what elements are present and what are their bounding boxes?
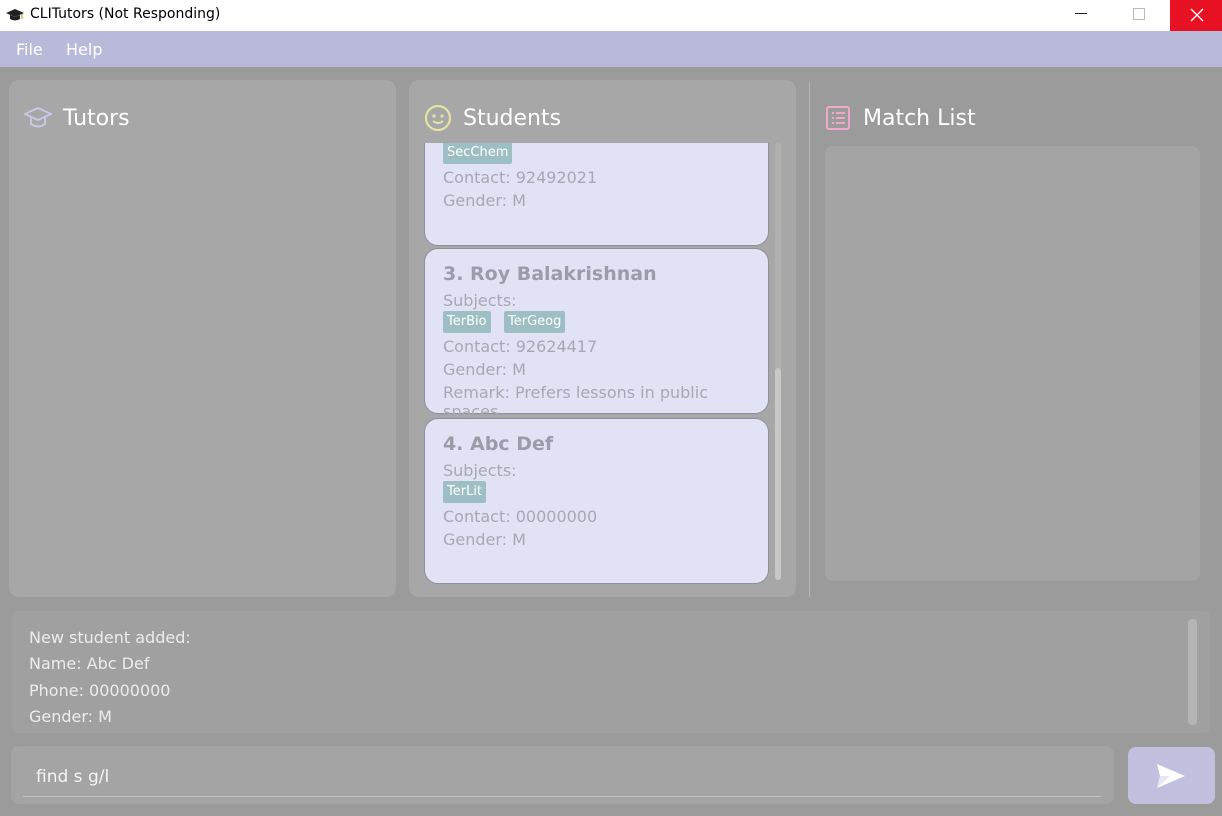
window-title: CLITutors (Not Responding) bbox=[30, 6, 221, 22]
student-remark: Remark: Prefers lessons in public spaces bbox=[443, 383, 708, 421]
result-line: Phone: 00000000 bbox=[29, 681, 171, 700]
smiley-face-icon bbox=[424, 104, 452, 132]
panel-divider bbox=[809, 82, 810, 597]
student-contact: Contact: 92624417 bbox=[443, 337, 598, 356]
student-card[interactable]: 3. Roy Balakrishnan Subjects: TerBio Ter… bbox=[424, 248, 769, 421]
result-line: Gender: M bbox=[29, 707, 112, 726]
send-button[interactable] bbox=[1128, 747, 1215, 804]
student-list[interactable]: SecChem Contact: 92492021 Gender: M 3. R… bbox=[424, 143, 770, 585]
send-icon bbox=[1157, 764, 1185, 788]
subject-tag: TerGeog bbox=[504, 311, 566, 333]
menu-bar: File Help bbox=[0, 31, 1222, 67]
close-button[interactable] bbox=[1170, 0, 1222, 31]
student-card[interactable]: SecChem Contact: 92492021 Gender: M bbox=[424, 143, 769, 246]
graduation-cap-icon bbox=[6, 9, 24, 21]
result-line: New student added: bbox=[29, 628, 191, 647]
tutors-panel bbox=[9, 80, 396, 597]
minimize-button[interactable] bbox=[1055, 0, 1107, 31]
match-list-title: Match List bbox=[863, 106, 976, 131]
subject-tag: TerLit bbox=[443, 481, 487, 503]
student-contact: Contact: 00000000 bbox=[443, 507, 598, 526]
student-name: 3. Roy Balakrishnan bbox=[443, 263, 657, 285]
menu-help[interactable]: Help bbox=[66, 40, 102, 59]
result-line: Name: Abc Def bbox=[29, 654, 150, 673]
match-list[interactable] bbox=[825, 146, 1200, 581]
students-title: Students bbox=[463, 106, 562, 131]
maximize-button[interactable] bbox=[1112, 0, 1164, 31]
command-underline bbox=[23, 796, 1101, 797]
result-scrollbar[interactable] bbox=[1188, 619, 1197, 725]
student-contact: Contact: 92492021 bbox=[443, 168, 598, 187]
tutors-title: Tutors bbox=[63, 106, 130, 131]
menu-file[interactable]: File bbox=[16, 40, 43, 59]
command-input[interactable] bbox=[36, 764, 1096, 790]
student-gender: Gender: M bbox=[443, 191, 526, 210]
student-gender: Gender: M bbox=[443, 530, 526, 549]
list-icon bbox=[826, 106, 850, 130]
student-list-scroll-thumb[interactable] bbox=[775, 368, 781, 580]
student-gender: Gender: M bbox=[443, 360, 526, 379]
subjects-label: Subjects: bbox=[443, 461, 517, 480]
close-icon bbox=[1190, 8, 1204, 22]
window-title-bar: CLITutors (Not Responding) bbox=[0, 0, 1222, 31]
subjects-label: Subjects: bbox=[443, 291, 517, 310]
result-display bbox=[12, 611, 1210, 733]
student-name: 4. Abc Def bbox=[443, 433, 554, 455]
graduation-cap-icon bbox=[24, 107, 52, 128]
subject-tag: TerBio bbox=[443, 311, 491, 333]
subject-tag: SecChem bbox=[443, 143, 513, 164]
student-card[interactable]: 4. Abc Def Subjects: TerLit Contact: 000… bbox=[424, 418, 769, 584]
